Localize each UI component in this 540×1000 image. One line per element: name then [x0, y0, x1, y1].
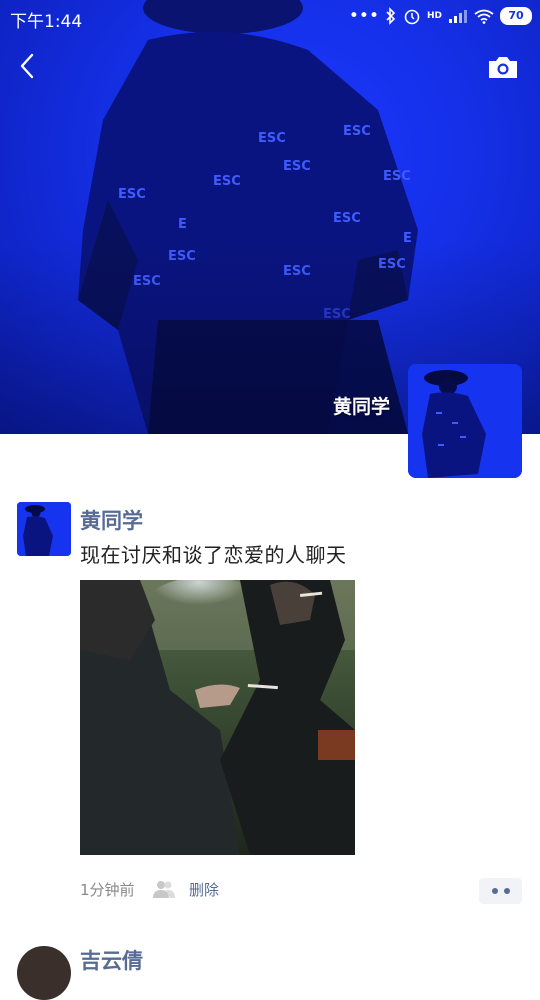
- alarm-icon: [404, 9, 420, 25]
- post-text: 现在讨厌和谈了恋爱的人聊天: [80, 543, 347, 567]
- post-author-name[interactable]: 黄同学: [80, 505, 143, 535]
- chevron-left-icon[interactable]: [12, 50, 44, 82]
- cover-user-name: 黄同学: [332, 396, 390, 418]
- author-avatar-image: [17, 502, 71, 556]
- post-photo[interactable]: [80, 580, 355, 855]
- next-post-avatar[interactable]: [17, 946, 71, 1000]
- next-post-author-name[interactable]: 吉云倩: [80, 945, 143, 975]
- dot: [491, 888, 498, 894]
- profile-avatar[interactable]: [408, 364, 522, 478]
- camera-icon[interactable]: [486, 54, 520, 80]
- more-notifications-icon: •••: [348, 6, 379, 26]
- signal-icon: [449, 10, 467, 23]
- network-hd-badge: HD: [426, 11, 442, 21]
- status-icons: ••• HD 70: [349, 6, 532, 26]
- dot: [503, 888, 510, 894]
- status-time: 下午1:44: [10, 12, 83, 32]
- avatar-image: [408, 364, 522, 478]
- bluetooth-icon: [386, 7, 396, 25]
- friends-icon: [153, 881, 175, 898]
- wifi-icon: [474, 9, 494, 24]
- post-photo-image: [80, 580, 355, 855]
- more-dots-icon[interactable]: [479, 878, 522, 904]
- post-timestamp: 1分钟前: [80, 881, 135, 899]
- status-bar: 下午1:44 ••• HD 70: [0, 0, 540, 34]
- delete-link[interactable]: 删除: [189, 879, 219, 900]
- battery-indicator: 70: [500, 7, 532, 25]
- post-author-avatar[interactable]: [17, 502, 71, 556]
